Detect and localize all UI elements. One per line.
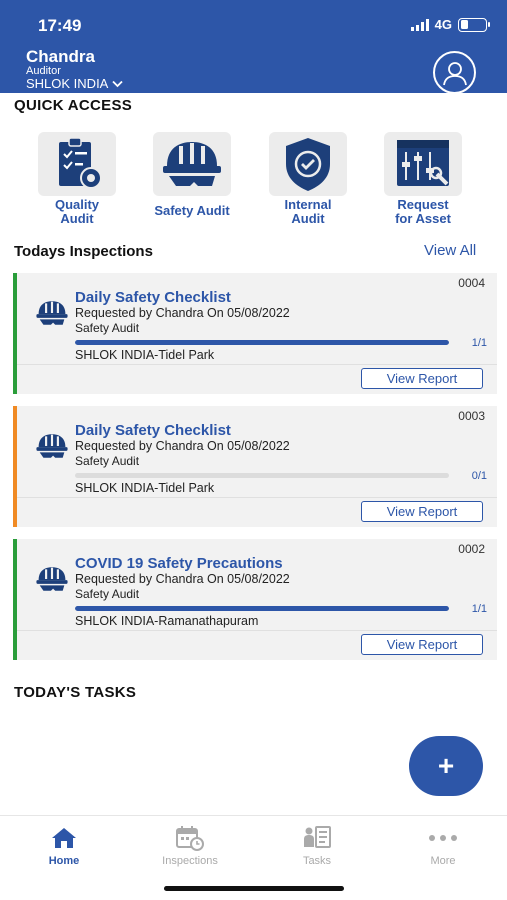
inspection-progress-text: 1/1 — [471, 603, 487, 615]
inspections-title: Todays Inspections — [14, 243, 153, 260]
nav-label: Inspections — [162, 855, 218, 867]
inspection-progress-text: 0/1 — [471, 470, 487, 482]
status-time: 17:49 — [38, 16, 82, 35]
inspection-requested: Requested by Chandra On 05/08/2022 — [75, 572, 290, 586]
shield-check-icon — [286, 138, 330, 191]
tasks-icon — [304, 826, 331, 848]
home-indicator — [164, 886, 344, 891]
quality-audit-icon — [59, 137, 102, 189]
user-avatar-icon — [442, 61, 467, 85]
inspection-progress-bar — [75, 473, 449, 478]
profile-button[interactable] — [433, 51, 476, 94]
safety-helmet-icon — [163, 142, 221, 186]
nav-inspections[interactable]: Inspections — [140, 824, 240, 867]
inspection-number: 0004 — [458, 276, 485, 290]
network-type: 4G — [434, 17, 452, 32]
inspection-card[interactable]: 0002 COVID 19 Safety Precautions Request… — [13, 539, 497, 660]
more-dots-icon — [429, 835, 457, 841]
nav-home[interactable]: Home — [14, 824, 114, 867]
inspection-progress-bar — [75, 606, 449, 611]
inspection-progress-bar — [75, 340, 449, 345]
company-name: SHLOK INDIA — [26, 76, 109, 91]
inspection-requested: Requested by Chandra On 05/08/2022 — [75, 306, 290, 320]
inspection-progress-text: 1/1 — [471, 337, 487, 349]
status-indicators: 4G — [410, 17, 490, 32]
inspection-title: Daily Safety Checklist — [75, 289, 231, 306]
asset-request-icon — [397, 140, 449, 186]
nav-more[interactable]: More — [393, 824, 493, 867]
view-report-button[interactable]: View Report — [361, 634, 483, 655]
inspection-location: SHLOK INDIA-Tidel Park — [75, 481, 215, 495]
view-report-button[interactable]: View Report — [361, 368, 483, 389]
inspection-type: Safety Audit — [75, 321, 140, 335]
view-report-button[interactable]: View Report — [361, 501, 483, 522]
quick-access-label: Request for Asset — [395, 197, 451, 226]
user-name: Chandra — [26, 47, 95, 66]
calendar-clock-icon — [176, 826, 204, 851]
nav-label: More — [430, 855, 456, 867]
app-header: 17:49 4G Chandra Auditor SHLOK INDIA — [0, 0, 507, 94]
quick-access-internal-audit[interactable]: Internal Audit — [260, 132, 356, 226]
inspection-card[interactable]: 0003 Daily Safety Checklist Requested by… — [13, 406, 497, 527]
inspection-number: 0003 — [458, 409, 485, 423]
inspection-title: COVID 19 Safety Precautions — [75, 555, 283, 572]
safety-helmet-icon — [36, 301, 68, 325]
home-icon — [52, 828, 76, 848]
safety-helmet-icon — [36, 434, 68, 458]
safety-helmet-icon — [36, 567, 68, 591]
inspection-type: Safety Audit — [75, 454, 140, 468]
nav-label: Home — [48, 855, 80, 867]
quick-access-quality-audit[interactable]: Quality Audit — [29, 132, 125, 226]
inspection-card[interactable]: 0004 Daily Safety Checklist Requested by… — [13, 273, 497, 394]
inspection-type: Safety Audit — [75, 587, 140, 601]
inspection-title: Daily Safety Checklist — [75, 422, 231, 439]
quick-access-label: Quality Audit — [54, 197, 100, 226]
nav-tasks[interactable]: Tasks — [267, 824, 367, 867]
inspection-number: 0002 — [458, 542, 485, 556]
quick-access-safety-audit[interactable]: Safety Audit — [144, 132, 240, 218]
inspection-location: SHLOK INDIA-Tidel Park — [75, 348, 215, 362]
battery-icon — [458, 17, 490, 32]
quick-access-label: Internal Audit — [284, 197, 332, 226]
quick-access-title: QUICK ACCESS — [14, 97, 133, 114]
card-divider — [17, 630, 497, 631]
card-divider — [17, 364, 497, 365]
quick-access-request-asset[interactable]: Request for Asset — [375, 132, 471, 226]
quick-access-label: Safety Audit — [154, 203, 230, 218]
chevron-down-icon — [112, 80, 123, 87]
add-button[interactable]: + — [409, 736, 483, 796]
signal-icon — [410, 18, 429, 31]
nav-label: Tasks — [302, 855, 332, 867]
inspection-location: SHLOK INDIA-Ramanathapuram — [75, 614, 259, 628]
inspection-requested: Requested by Chandra On 05/08/2022 — [75, 439, 290, 453]
tasks-title: TODAY'S TASKS — [14, 684, 137, 701]
view-all-link[interactable]: View All — [424, 242, 476, 259]
company-selector[interactable]: SHLOK INDIA — [26, 76, 123, 91]
card-divider — [17, 497, 497, 498]
